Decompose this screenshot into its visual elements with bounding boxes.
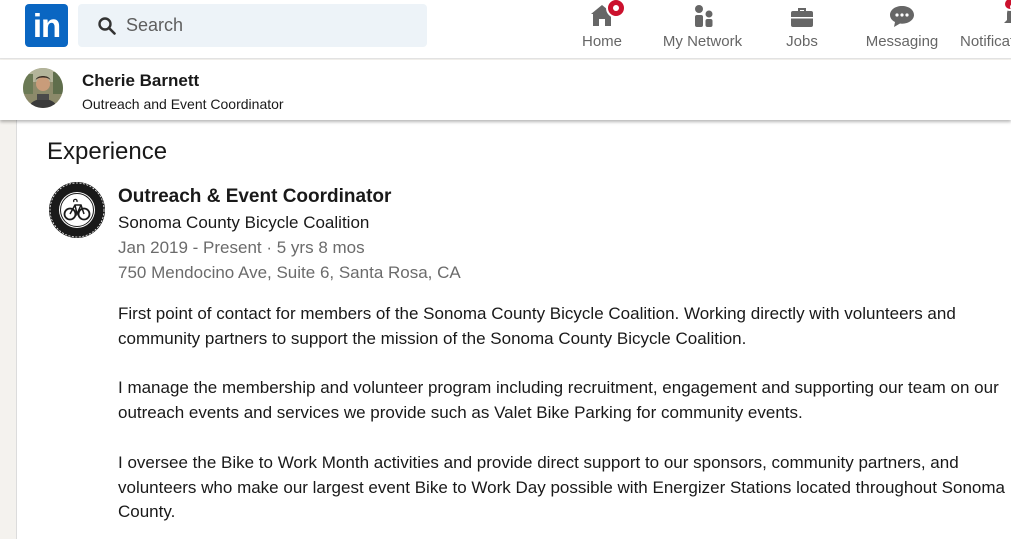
section-title: Experience — [47, 138, 168, 165]
profile-photo — [23, 68, 63, 108]
nav-item-notifications[interactable]: Notifications — [958, 0, 1011, 59]
bicycle-coalition-logo-icon — [49, 182, 105, 238]
briefcase-icon — [791, 8, 813, 27]
experience-description-paragraph: I oversee the Bike to Work Month activit… — [118, 453, 1005, 521]
profile-sticky-header: Cherie Barnett Outreach and Event Coordi… — [0, 60, 1011, 120]
experience-section: Experience Outreach & Event Coordinator … — [16, 120, 1011, 539]
experience-description-paragraph: I manage the membership and volunteer pr… — [118, 378, 999, 422]
nav-item-messaging[interactable]: Messaging — [862, 0, 942, 59]
nav-item-my-network[interactable]: My Network — [655, 0, 750, 59]
experience-title: Outreach & Event Coordinator — [118, 186, 392, 207]
experience-dates: Jan 2019 - Present · 5 yrs 8 mos — [118, 238, 365, 257]
network-icon — [694, 5, 712, 27]
nav-item-jobs[interactable]: Jobs — [772, 0, 832, 59]
linkedin-logo[interactable]: in — [25, 4, 68, 47]
nav-label-messaging: Messaging — [865, 33, 939, 50]
nav-label-notifications: Notifications — [960, 33, 1011, 50]
nav-item-home[interactable]: Home — [572, 0, 632, 59]
global-nav: in Home My Network Jobs — [0, 0, 1011, 59]
experience-location: 750 Mendocino Ave, Suite 6, Santa Rosa, … — [118, 263, 461, 282]
avatar[interactable] — [23, 68, 63, 108]
messaging-icon — [890, 6, 914, 27]
nav-label-jobs: Jobs — [786, 33, 818, 50]
profile-headline: Outreach and Event Coordinator — [82, 96, 284, 112]
notification-badge — [606, 0, 626, 18]
nav-label-home: Home — [581, 33, 622, 50]
profile-name: Cherie Barnett — [82, 71, 200, 90]
search-bar[interactable] — [78, 4, 427, 47]
search-input[interactable] — [126, 4, 416, 47]
company-logo[interactable] — [48, 181, 106, 239]
experience-company[interactable]: Sonoma County Bicycle Coalition — [118, 213, 369, 233]
search-icon — [98, 17, 116, 35]
nav-label-my-network: My Network — [662, 33, 743, 50]
experience-description-paragraph: First point of contact for members of th… — [118, 304, 956, 348]
